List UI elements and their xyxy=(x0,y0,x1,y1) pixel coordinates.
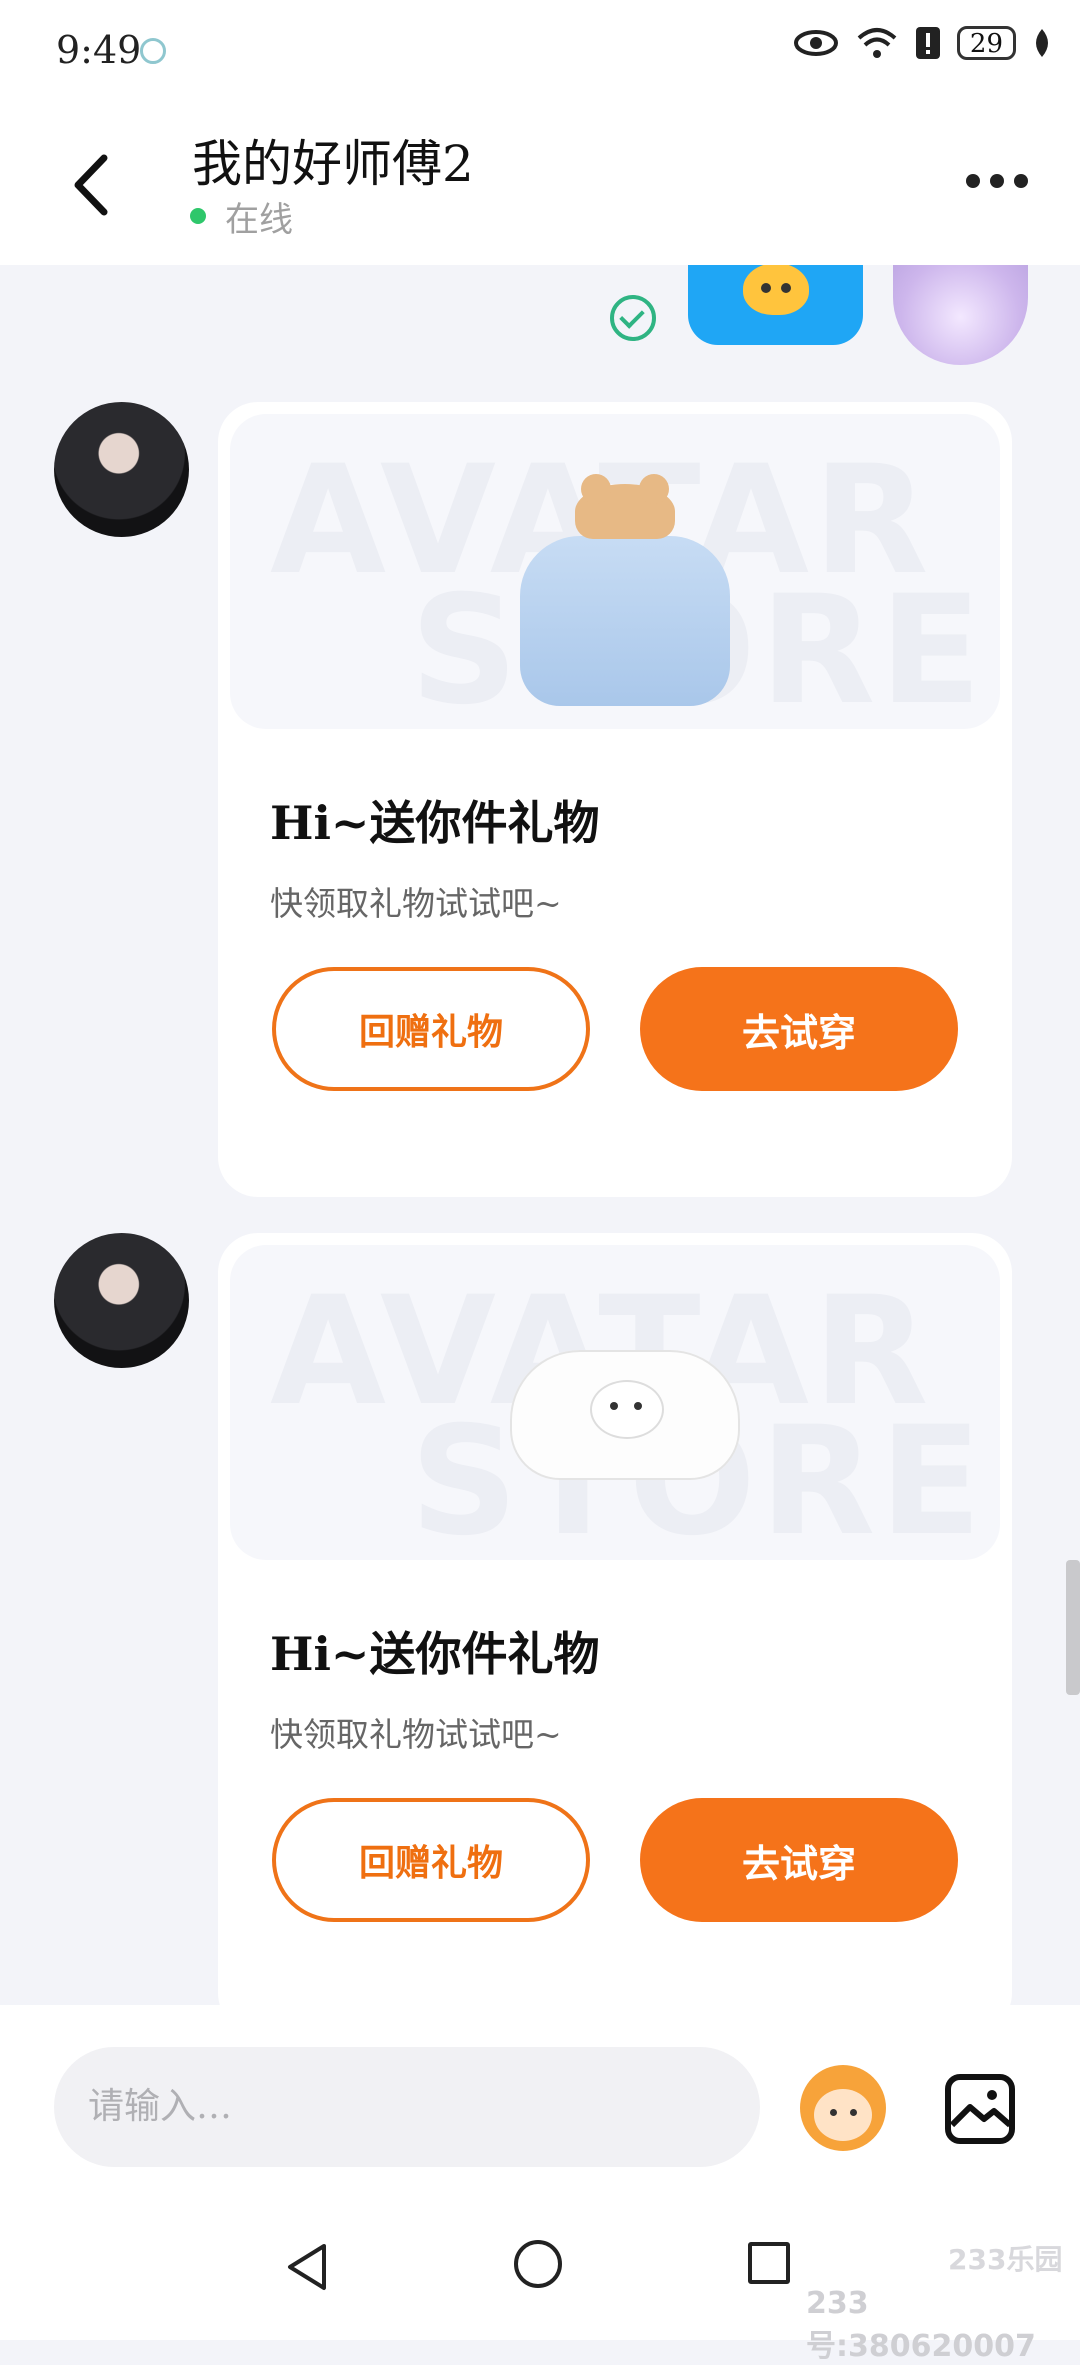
gift-subtitle: 快领取礼物试试吧~ xyxy=(270,1715,562,1754)
status-indicators: 29 xyxy=(793,26,1052,60)
return-gift-button[interactable]: 回赠礼物 xyxy=(272,967,590,1091)
gift-title: Hi~送你件礼物 xyxy=(270,1627,600,1681)
alert-icon xyxy=(915,27,940,59)
leaf-icon xyxy=(1036,29,1048,57)
chat-title: 我的好师傅2 xyxy=(192,135,474,193)
status-bar: 9:49 29 xyxy=(0,0,1080,100)
status-time: 9:49 xyxy=(56,28,142,72)
friend-avatar[interactable] xyxy=(54,402,189,537)
online-status-dot xyxy=(190,208,206,224)
notification-icon xyxy=(140,38,166,64)
return-gift-button[interactable]: 回赠礼物 xyxy=(272,1798,590,1922)
gift-image[interactable]: AVATAR STORE xyxy=(230,414,1000,729)
message-input[interactable]: 请输入… xyxy=(54,2047,760,2167)
gift-subtitle: 快领取礼物试试吧~ xyxy=(270,884,562,923)
friend-avatar[interactable] xyxy=(54,1233,189,1368)
nav-recent-icon[interactable] xyxy=(748,2242,790,2284)
nav-home-icon[interactable] xyxy=(514,2240,562,2288)
nav-back-icon[interactable] xyxy=(284,2242,330,2292)
eye-icon xyxy=(793,30,838,56)
brand-watermark: 233乐园 xyxy=(948,2243,1063,2276)
chat-messages[interactable]: AVATAR STORE Hi~送你件礼物 快领取礼物试试吧~ 回赠礼物 去试穿… xyxy=(0,265,1080,2005)
gift-card[interactable]: AVATAR STORE Hi~送你件礼物 快领取礼物试试吧~ 回赠礼物 去试穿 xyxy=(218,402,1012,1197)
back-icon[interactable] xyxy=(60,150,120,220)
read-check-icon xyxy=(610,295,656,341)
scrollbar[interactable] xyxy=(1066,1560,1080,1695)
battery-indicator: 29 xyxy=(956,26,1016,60)
image-icon[interactable] xyxy=(944,2073,1016,2145)
more-icon[interactable] xyxy=(966,174,1028,188)
gift-card[interactable]: AVATAR STORE Hi~送你件礼物 快领取礼物试试吧~ 回赠礼物 去试穿 xyxy=(218,1233,1012,2005)
my-avatar[interactable] xyxy=(893,265,1028,365)
try-on-button[interactable]: 去试穿 xyxy=(640,1798,958,1922)
gift-title: Hi~送你件礼物 xyxy=(270,796,600,850)
id-watermark: 233号:380620007 xyxy=(806,2286,1036,2364)
hoodie-item-image xyxy=(510,1330,740,1510)
chat-header: 我的好师傅2 在线 xyxy=(0,100,1080,265)
system-nav-bar: 233乐园 233号:380620007 xyxy=(0,2190,1080,2364)
wifi-icon xyxy=(857,28,897,58)
emoji-icon[interactable] xyxy=(800,2065,886,2151)
dress-item-image xyxy=(520,474,730,719)
input-bar: 请输入… xyxy=(0,2005,1080,2190)
gift-image[interactable]: AVATAR STORE xyxy=(230,1245,1000,1560)
try-on-button[interactable]: 去试穿 xyxy=(640,967,958,1091)
sent-sticker-message[interactable] xyxy=(688,265,863,345)
online-status-text: 在线 xyxy=(225,200,293,240)
